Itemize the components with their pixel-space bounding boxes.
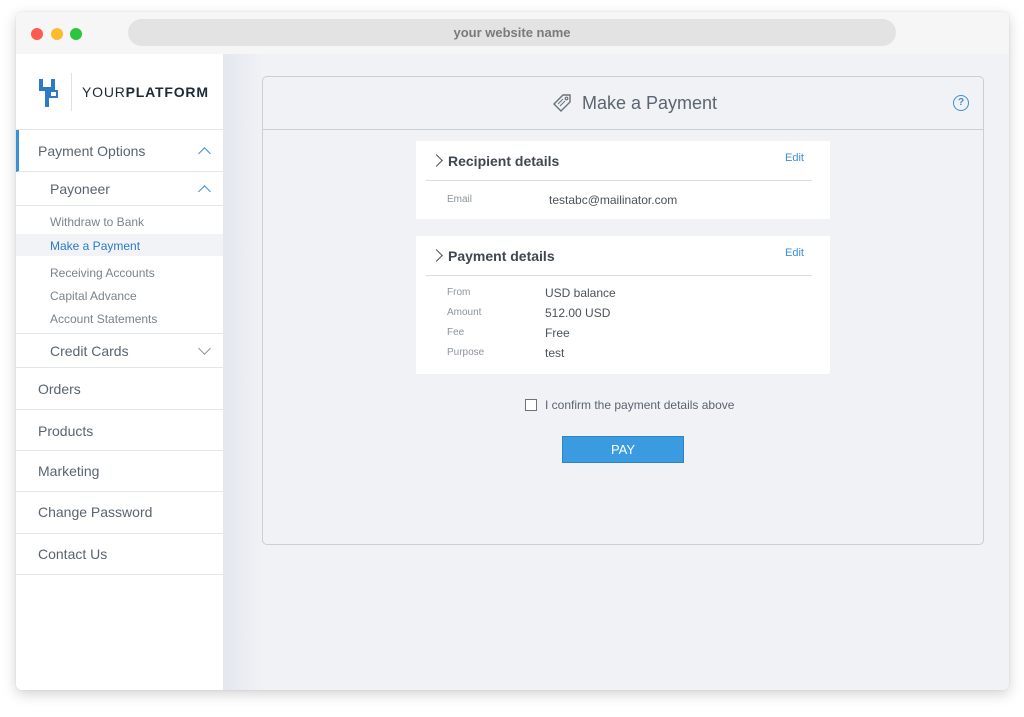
main-content: Make a Payment ? Recipient details Edit … [223,54,1009,690]
payoneer-submenu: Withdraw to Bank Make a Payment Receivin… [16,206,223,334]
logo-divider [71,73,72,111]
nav-payoneer[interactable]: Payoneer [16,172,223,206]
nav-orders[interactable]: Orders [16,368,223,410]
logo-text: YOURPLATFORM [82,84,209,100]
payment-details-title: Payment details [448,248,555,264]
chevron-up-icon [198,147,211,160]
nav-contact-us[interactable]: Contact Us [16,534,223,575]
nav-payment-options[interactable]: Payment Options [16,130,223,172]
nav-credit-cards-label: Credit Cards [50,343,129,359]
maximize-window-button[interactable] [70,28,82,40]
page-title: Make a Payment [582,93,718,113]
browser-window: your website name YOURPLATFORM Payment O… [16,12,1009,690]
confirm-checkbox[interactable] [525,399,537,411]
email-label: Email [447,194,473,205]
logo[interactable]: YOURPLATFORM [16,54,223,130]
edit-payment-link[interactable]: Edit [785,247,804,259]
purpose-label: Purpose [447,347,485,358]
confirm-checkbox-label[interactable]: I confirm the payment details above [545,398,734,412]
nav-payoneer-label: Payoneer [50,181,110,197]
purpose-value: test [545,346,565,360]
nav-contact-us-label: Contact Us [38,546,108,562]
nav-make-a-payment[interactable]: Make a Payment [50,239,140,253]
nav-products-label: Products [38,423,94,439]
nav-payment-options-label: Payment Options [38,143,146,159]
email-value: testabc@mailinator.com [549,193,678,207]
chevron-right-icon [430,154,443,167]
chevron-right-icon [430,249,443,262]
edit-recipient-link[interactable]: Edit [785,152,804,164]
nav-marketing[interactable]: Marketing [16,451,223,492]
payment-details-header[interactable]: Payment details Edit [426,236,812,276]
sidebar-shadow [223,54,263,690]
nav-receiving-accounts[interactable]: Receiving Accounts [50,266,155,280]
nav-credit-cards[interactable]: Credit Cards [16,334,223,368]
nav-change-password-label: Change Password [38,504,153,520]
price-tag-icon [553,94,571,112]
nav-orders-label: Orders [38,381,81,397]
recipient-details-panel: Recipient details Edit Email testabc@mai… [416,141,830,219]
pay-button[interactable]: PAY [562,436,684,463]
fee-value: Free [545,326,570,340]
recipient-details-header[interactable]: Recipient details Edit [426,141,812,181]
nav-change-password[interactable]: Change Password [16,492,223,534]
payment-details-panel: Payment details Edit From USD balance Am… [416,236,830,374]
amount-label: Amount [447,307,482,318]
chevron-up-icon [198,185,211,198]
amount-value: 512.00 USD [545,306,611,320]
nav-marketing-label: Marketing [38,463,100,479]
fee-label: Fee [447,327,465,338]
yp-logo-icon [39,79,58,107]
title-bar: your website name [16,12,1009,54]
from-value: USD balance [545,286,616,300]
nav-account-statements[interactable]: Account Statements [50,312,157,326]
nav-withdraw-to-bank[interactable]: Withdraw to Bank [50,215,144,229]
chevron-down-icon [198,342,211,355]
from-label: From [447,287,471,298]
nav-products[interactable]: Products [16,410,223,451]
sidebar: YOURPLATFORM Payment Options Payoneer Wi… [16,54,223,690]
card-header: Make a Payment ? [263,77,983,130]
help-icon[interactable]: ? [953,95,969,111]
recipient-details-title: Recipient details [448,153,560,169]
minimize-window-button[interactable] [51,28,63,40]
close-window-button[interactable] [31,28,43,40]
payment-card: Make a Payment ? Recipient details Edit … [262,76,984,545]
address-bar[interactable]: your website name [128,19,896,46]
nav-capital-advance[interactable]: Capital Advance [50,289,137,303]
